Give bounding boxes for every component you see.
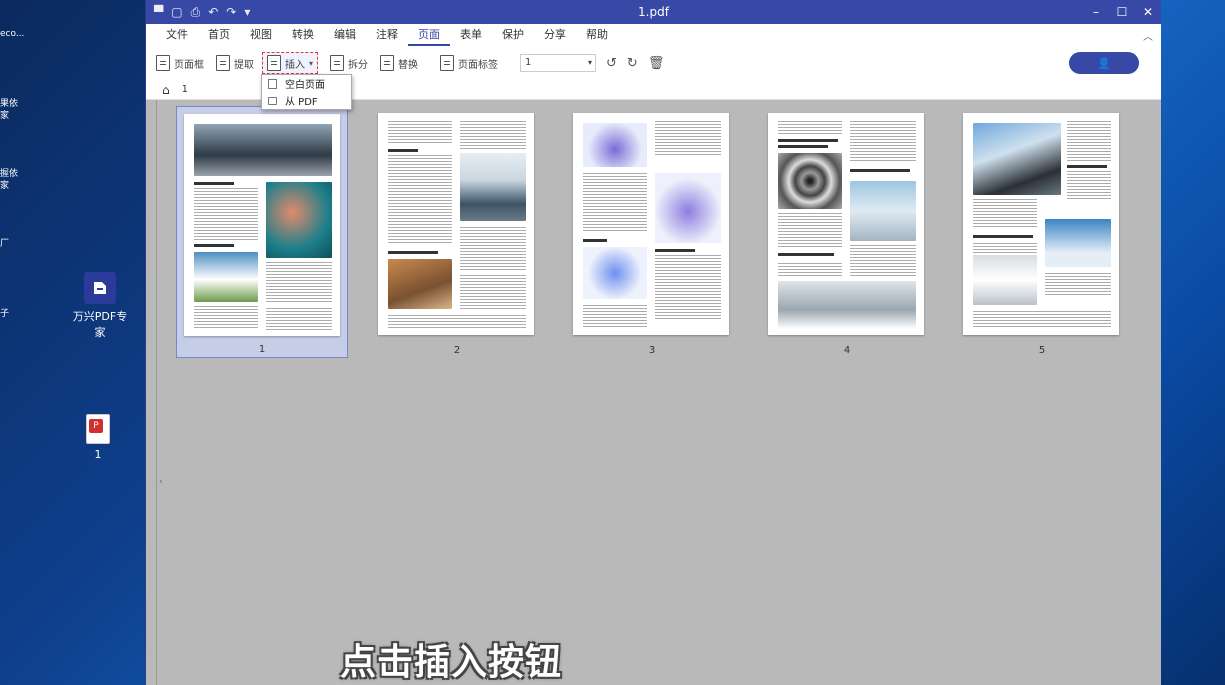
menu-comment[interactable]: 注释 (366, 24, 408, 46)
extract-label: 提取 (234, 59, 254, 71)
home-icon[interactable]: ⌂ (162, 83, 170, 97)
rotate-right-icon[interactable]: ↻ (627, 56, 638, 71)
page-thumbnail[interactable]: 5 (956, 106, 1128, 358)
extract-button[interactable]: 提取 (216, 55, 254, 71)
page-preview (768, 113, 924, 335)
page-preview (378, 113, 534, 335)
customize-icon[interactable]: ▾ (244, 5, 250, 19)
page-label-label: 页面标签 (458, 59, 499, 71)
desktop-file-1[interactable]: P 1 (82, 414, 114, 461)
desktop-snippet[interactable]: 果依家 (0, 98, 18, 122)
delete-icon[interactable]: 🗑 (648, 56, 665, 71)
page-label-button[interactable]: 页面标签 (440, 55, 498, 71)
split-button[interactable]: 拆分 (330, 55, 368, 71)
redo-icon[interactable]: ↷ (226, 5, 236, 19)
insert-button[interactable]: 插入 ▾ (262, 52, 319, 74)
insert-dropdown: 空白页面 从 PDF (261, 74, 352, 110)
page-box-icon (156, 55, 170, 71)
page-number: 1 (258, 344, 266, 355)
insert-icon (267, 55, 281, 71)
video-subtitle: 点击插入按钮 (340, 642, 563, 683)
split-icon (330, 55, 345, 71)
page-thumbnail[interactable]: 3 (566, 106, 738, 358)
menu-help[interactable]: 帮助 (576, 24, 618, 46)
page-thumbnail[interactable]: 4 (761, 106, 933, 358)
save-icon[interactable]: ▢ (171, 5, 182, 19)
desktop-app-pdfelement[interactable]: 万兴PDF专家 (72, 272, 128, 340)
page-preview (184, 114, 340, 336)
breadcrumb-page[interactable]: 1 (182, 84, 188, 95)
replace-icon (380, 55, 395, 71)
collapse-ribbon-icon[interactable]: ︿ (1143, 28, 1153, 43)
insert-blank-page-option[interactable]: 空白页面 (262, 75, 351, 92)
pdfelement-logo-icon (84, 272, 116, 304)
account-button[interactable]: 👤 (1069, 52, 1139, 74)
page-thumbnail[interactable]: 2 (371, 106, 543, 358)
pdf-window: ▀ ▢ ⎙ ↶ ↷ ▾ 1.pdf – ☐ ✕ 文件 首页 视图 转换 编辑 注… (145, 0, 1161, 685)
from-pdf-label: 从 PDF (285, 97, 318, 108)
desktop-snippet[interactable]: eco... (0, 28, 24, 40)
app-logo-icon: ▀ (154, 5, 164, 19)
page-number: 2 (453, 345, 461, 356)
desktop-app-label: 万兴PDF专家 (72, 310, 128, 339)
rotate-left-icon[interactable]: ↺ (606, 56, 617, 71)
side-panel-toggle-icon[interactable]: ‹ (159, 477, 163, 487)
page-preview (573, 113, 729, 335)
page-thumbnail[interactable]: 1 (176, 106, 348, 358)
close-icon[interactable]: ✕ (1135, 5, 1161, 19)
menu-file[interactable]: 文件 (156, 24, 198, 46)
insert-label: 插入 (285, 59, 305, 71)
menu-share[interactable]: 分享 (534, 24, 576, 46)
quick-access-toolbar: ▀ ▢ ⎙ ↶ ↷ ▾ (146, 5, 250, 20)
menu-edit[interactable]: 编辑 (324, 24, 366, 46)
blank-page-icon (268, 78, 277, 89)
title-bar: ▀ ▢ ⎙ ↶ ↷ ▾ 1.pdf – ☐ ✕ (146, 0, 1161, 24)
page-preview (963, 113, 1119, 335)
page-label-icon (440, 55, 455, 71)
desktop-file-label: 1 (94, 448, 102, 461)
print-icon[interactable]: ⎙ (191, 5, 201, 20)
desktop-snippet[interactable]: 握依家 (0, 168, 18, 192)
window-controls: – ☐ ✕ (1083, 5, 1161, 19)
pdf-file-icon: P (86, 414, 110, 444)
replace-label: 替换 (398, 59, 419, 71)
menu-bar: 文件 首页 视图 转换 编辑 注释 页面 表单 保护 分享 帮助 ︿ (146, 24, 1161, 46)
desktop-snippet[interactable]: 子 (0, 308, 9, 320)
menu-view[interactable]: 视图 (240, 24, 282, 46)
menu-form[interactable]: 表单 (450, 24, 492, 46)
replace-button[interactable]: 替换 (380, 55, 418, 71)
chevron-down-icon: ▾ (588, 58, 593, 67)
window-title: 1.pdf (638, 5, 669, 19)
extract-icon (216, 55, 230, 71)
menu-home[interactable]: 首页 (198, 24, 240, 46)
page-number: 5 (1038, 345, 1046, 356)
menu-protect[interactable]: 保护 (492, 24, 534, 46)
page-number: 3 (648, 345, 656, 356)
page-box-button[interactable]: 页面框 (156, 55, 204, 71)
page-select[interactable]: 1 ▾ (520, 54, 597, 72)
page-box-label: 页面框 (174, 59, 204, 71)
folder-icon (268, 96, 277, 105)
blank-page-label: 空白页面 (285, 80, 325, 91)
split-label: 拆分 (348, 59, 369, 71)
user-icon: 👤 (1097, 56, 1111, 70)
page-select-value: 1 (525, 57, 532, 68)
page-number: 4 (843, 345, 851, 356)
maximize-icon[interactable]: ☐ (1109, 5, 1135, 19)
undo-icon[interactable]: ↶ (208, 5, 218, 19)
insert-from-pdf-option[interactable]: 从 PDF (262, 92, 351, 109)
menu-convert[interactable]: 转换 (282, 24, 324, 46)
chevron-down-icon: ▾ (309, 58, 314, 68)
page-thumbnails-area: ‹ 1 2 3 4 5 (156, 100, 1161, 685)
desktop-snippet[interactable]: 厂 (0, 238, 9, 250)
menu-page[interactable]: 页面 (408, 24, 450, 46)
minimize-icon[interactable]: – (1083, 5, 1109, 19)
